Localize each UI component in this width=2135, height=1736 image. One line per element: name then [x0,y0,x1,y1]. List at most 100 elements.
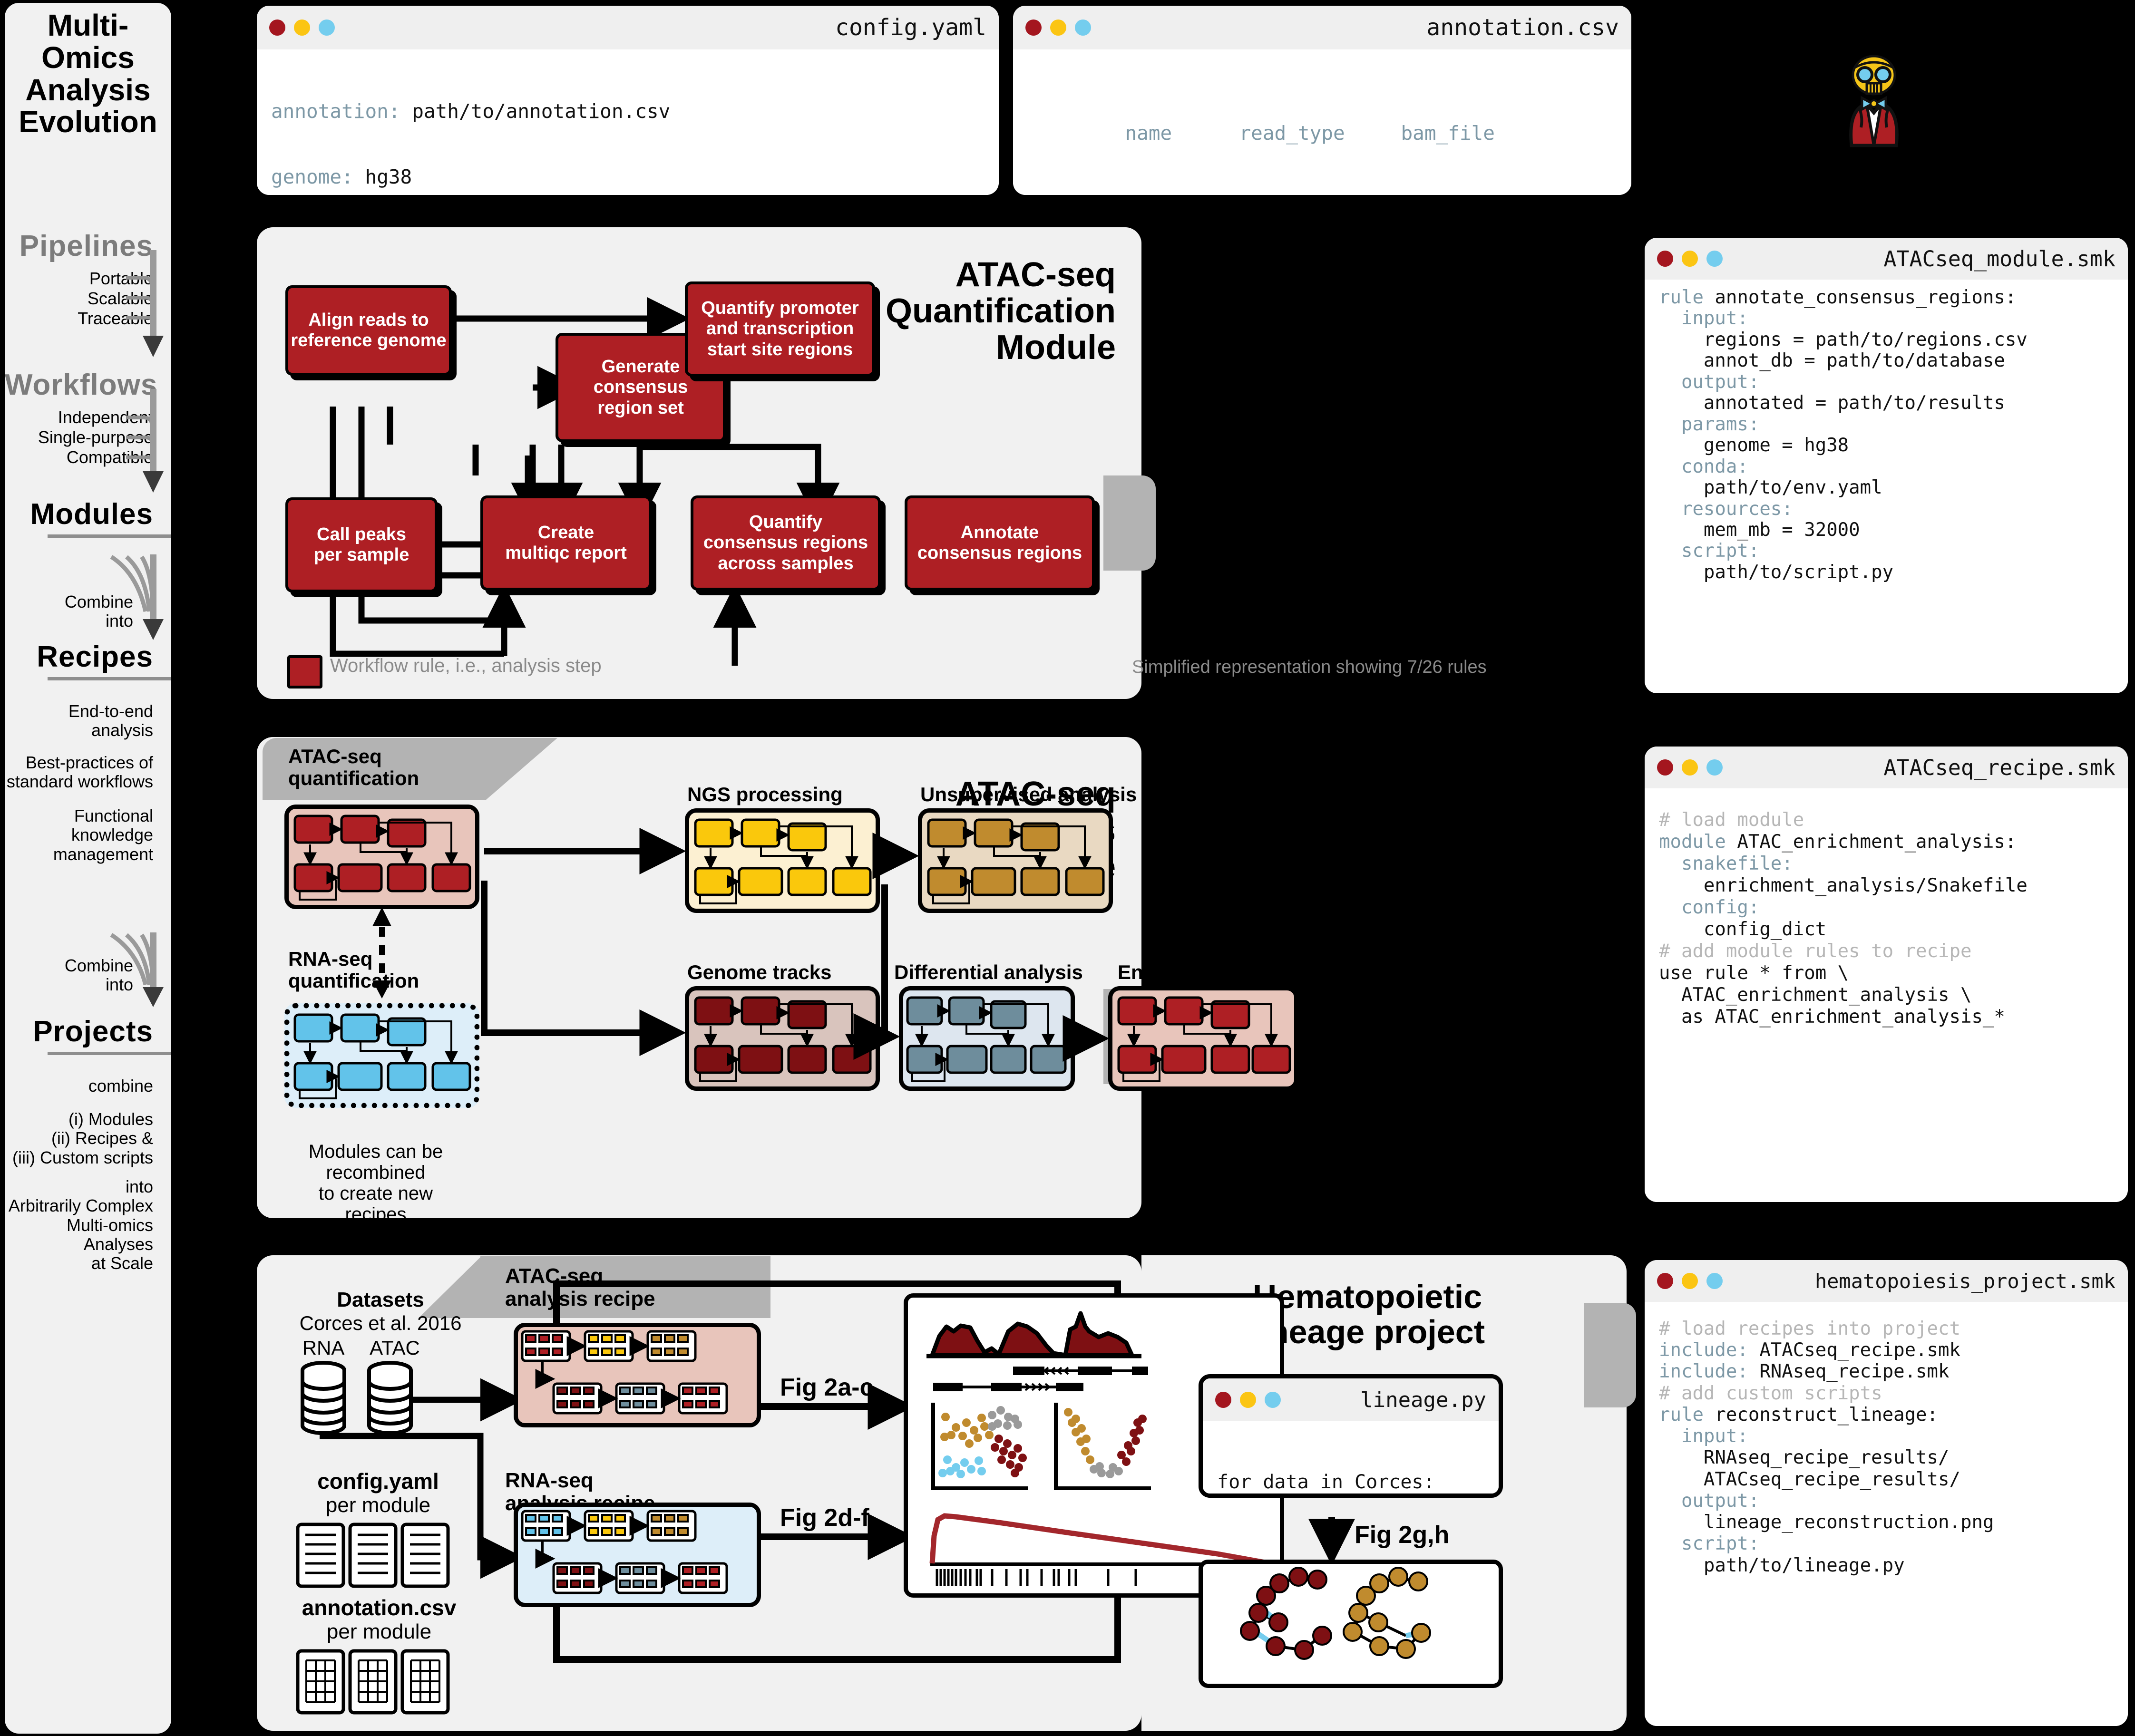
rule-box-create-multiqc[interactable]: Create multiqc report [480,495,652,591]
close-icon[interactable] [1025,19,1042,36]
annotation-csv-filename: annotation.csv [1426,14,1619,41]
project-code-titlebar: hematopoiesis_project.smk [1645,1260,2128,1302]
recipe-label-rna: RNA-seq quantification [288,948,419,992]
minimize-icon[interactable] [1682,759,1698,776]
code-line: rule annotate_consensus_regions: [1659,287,2017,308]
code-line: include: ATACseq_recipe.smk [1659,1339,1960,1361]
recipe-tab-label-atac: ATAC-seq quantification [288,745,419,790]
config-yaml-code: annotation: path/to/annotation.csv genom… [257,49,999,195]
evolution-sidebar: Multi- Omics Analysis Evolution Pipeline… [5,3,171,1734]
module-group-rna-quantification[interactable] [284,1003,479,1108]
module-group-genome-tracks[interactable] [685,986,880,1091]
module-group-differential[interactable] [899,986,1075,1091]
datasets-label: Datasets [337,1288,424,1311]
code-line: resources: [1659,498,1793,520]
legend-label-workflow-rule: Workflow rule, i.e., analysis step [330,655,602,676]
rule-box-quantify-consensus[interactable]: Quantify consensus regions across sample… [691,495,881,591]
code-line: input: [1659,1426,1748,1447]
group-label-differential: Differential analysis [894,961,1083,983]
lineage-script-body: for data in Corces: reconstruct() [1203,1421,1499,1494]
stage-label-recipes: Recipes [37,640,153,673]
lineage-script-filename: lineage.py [1360,1387,1486,1412]
maximize-icon[interactable] [1706,251,1723,267]
window-traffic-lights [1657,759,1723,776]
code-line: output: [1659,371,1760,393]
code-line: path/to/lineage.py [1659,1554,1905,1576]
code-line: include: RNAseq_recipe.smk [1659,1361,1950,1383]
close-icon[interactable] [1215,1392,1231,1408]
maximize-icon[interactable] [1706,759,1723,776]
stage-label-projects: Projects [33,1015,153,1048]
config-line: annotation: path/to/annotation.csv [271,99,671,123]
projects-bullet-2: (i) Modules (ii) Recipes & (iii) Custom … [12,1109,153,1167]
cylinder-label-rna: RNA [302,1337,345,1359]
minimize-icon[interactable] [294,19,310,36]
maximize-icon[interactable] [1075,19,1091,36]
group-label-tracks: Genome tracks [687,961,832,983]
figure-root: Multi- Omics Analysis Evolution Pipeline… [0,0,2135,1736]
combine-into-label-1: Combine into [64,592,133,631]
lineage-reconstruction-figure [1199,1560,1503,1688]
stage-bullet-traceable: Traceable [78,309,153,328]
stage-bullet-single-purpose: Single-purpose [38,427,153,447]
rule-box-align-reads[interactable]: Align reads to reference genome [285,285,452,376]
recipes-bullet-1: End-to-end analysis [68,701,153,740]
recipes-bullet-2: Best-practices of standard workflows [6,753,153,792]
code-line: # load module [1659,809,1804,831]
code-line: conda: [1659,456,1748,477]
project-code-filename: hematopoiesis_project.smk [1814,1269,2116,1293]
module-group-ngs-processing[interactable] [685,808,880,913]
maximize-icon[interactable] [1706,1273,1723,1289]
code-line: params: [1659,413,1760,435]
rule-box-annotate-consensus[interactable]: Annotate consensus regions [905,495,1095,591]
module-group-enrichment[interactable] [1108,986,1298,1091]
close-icon[interactable] [1657,1273,1673,1289]
project-code-body: # load recipes into project include: ATAC… [1645,1302,2128,1726]
close-icon[interactable] [269,19,285,36]
project-code-window[interactable]: hematopoiesis_project.smk # load recipes… [1645,1260,2128,1726]
rule-box-call-peaks[interactable]: Call peaks per sample [285,497,438,592]
stage-bullet-independent: Independent [58,407,153,427]
annotation-csv-window[interactable]: annotation.csv nameread_typebam_file col… [1013,6,1631,195]
module-code-window[interactable]: ATACseq_module.smk rule annotate_consens… [1645,238,2128,693]
fig-label-2ac: Fig 2a-c [780,1374,874,1401]
code-line: enrichment_analysis/Snakefile [1659,875,2028,897]
stage-bullet-portable: Portable [89,269,153,288]
cylinder-label-atac: ATAC [370,1337,420,1359]
window-traffic-lights [1025,19,1091,36]
module-group-atac-quantification[interactable] [284,805,479,909]
rule-box-quantify-promoter-tss[interactable]: Quantify promoter and transcription star… [685,281,875,377]
project-group-atac-recipe[interactable] [514,1323,761,1427]
code-line: config_dict [1659,919,1827,941]
group-label-enrichment: Enrichment analysis [1118,961,1312,983]
config-yaml-window[interactable]: config.yaml annotation: path/to/annotati… [257,6,999,195]
minimize-icon[interactable] [1682,251,1698,267]
code-line: use rule * from \ [1659,962,1849,984]
recipe-code-body: # load module module ATAC_enrichment_anal… [1645,788,2128,1202]
fig-label-2gh: Fig 2g,h [1355,1521,1450,1549]
lineage-code-line-1: for data in Corces: [1217,1471,1435,1493]
annotation-csv-stack-label: annotation.csv [302,1595,457,1620]
minimize-icon[interactable] [1682,1273,1698,1289]
module-group-unsupervised[interactable] [918,808,1113,913]
legend-swatch-workflow-rule [287,655,322,689]
stage-bullet-compatible: Compatible [66,447,153,467]
maximize-icon[interactable] [319,19,335,36]
module-panel-connector-tab [1103,475,1156,571]
close-icon[interactable] [1657,759,1673,776]
window-traffic-lights [1215,1392,1281,1408]
minimize-icon[interactable] [1240,1392,1256,1408]
lineage-script-window[interactable]: lineage.py for data in Corces: reconstru… [1199,1374,1503,1498]
table-header-row: name read_type bam_file [1125,121,1495,145]
recipe-code-window[interactable]: ATACseq_recipe.smk # load module module A… [1645,747,2128,1202]
page-title-line-3: Analysis [25,72,151,107]
page-title: Multi- Omics Analysis Evolution [5,8,171,138]
minimize-icon[interactable] [1050,19,1066,36]
project-group-rna-recipe[interactable] [514,1503,761,1607]
module-code-titlebar: ATACseq_module.smk [1645,238,2128,280]
close-icon[interactable] [1657,251,1673,267]
stage-bullet-scalable: Scalable [87,289,153,308]
page-title-line-1: Multi- [47,8,129,42]
maximize-icon[interactable] [1265,1392,1281,1408]
config-line: genome: hg38 [271,165,412,188]
